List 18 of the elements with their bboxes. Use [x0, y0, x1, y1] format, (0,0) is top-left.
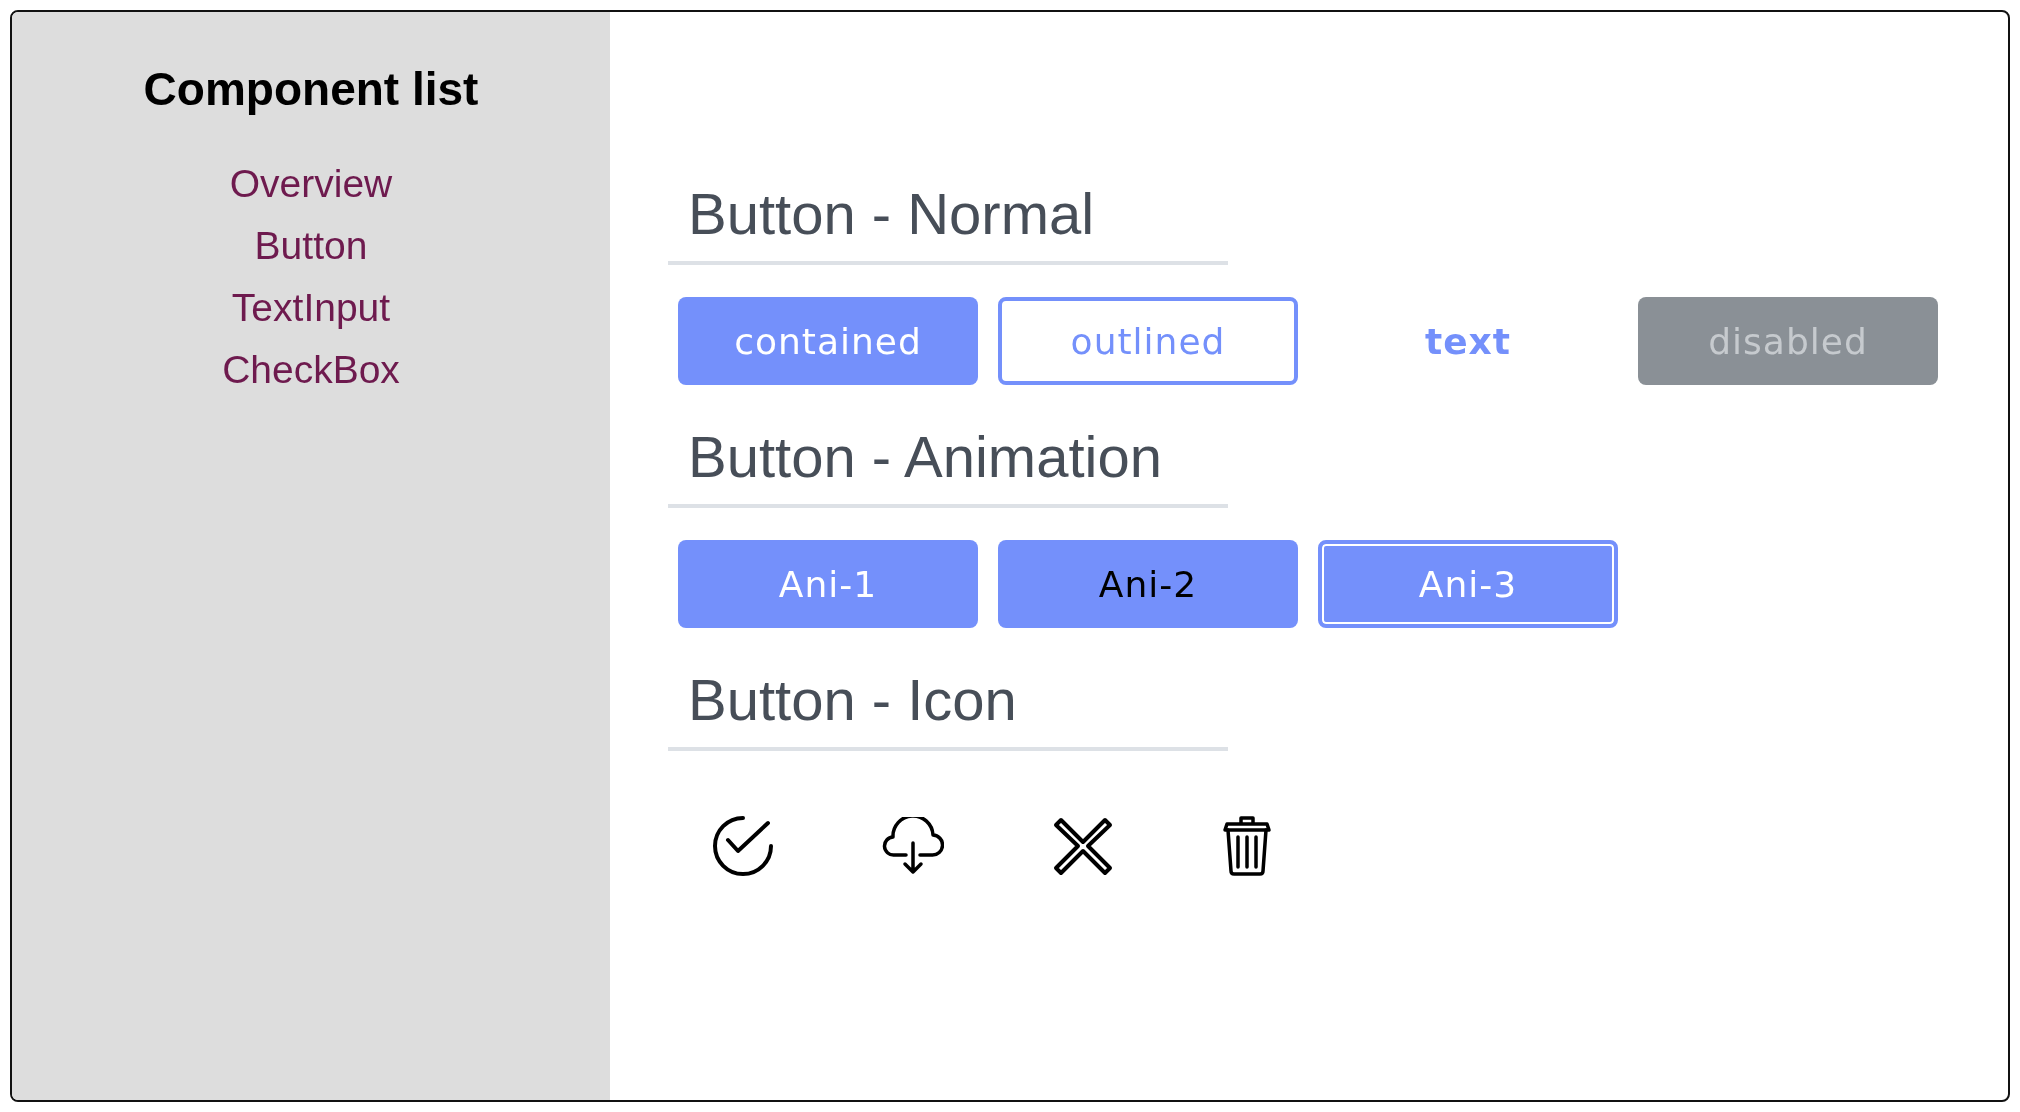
- contained-button[interactable]: Ani-1: [678, 540, 978, 628]
- check-circle-icon[interactable]: [712, 815, 774, 877]
- cloud-download-icon[interactable]: [882, 817, 944, 875]
- nav-link[interactable]: Overview: [229, 162, 393, 206]
- outlined-button[interactable]: outlined: [998, 297, 1298, 385]
- section-heading: Button - Animation: [668, 423, 1228, 508]
- nav-link[interactable]: Button: [254, 224, 368, 268]
- sidebar-title: Component list: [143, 62, 479, 116]
- section-heading: Button - Normal: [668, 180, 1228, 265]
- nav-link[interactable]: CheckBox: [222, 348, 400, 392]
- close-icon[interactable]: [1052, 815, 1114, 877]
- section-heading: Button - Icon: [668, 666, 1228, 751]
- text-button[interactable]: text: [1318, 297, 1618, 385]
- inset-button[interactable]: Ani-3: [1318, 540, 1618, 628]
- contained-button[interactable]: contained: [678, 297, 978, 385]
- trash-icon[interactable]: [1222, 815, 1272, 877]
- nav-link[interactable]: TextInput: [231, 286, 391, 330]
- dark-button[interactable]: Ani-2: [998, 540, 1298, 628]
